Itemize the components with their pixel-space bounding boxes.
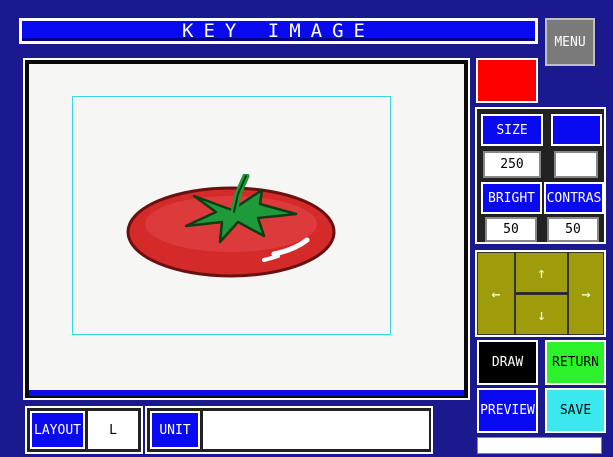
arrow-right-icon: → [581,284,591,303]
return-button[interactable]: RETURN [545,340,606,385]
unit-value-field[interactable] [203,411,429,449]
arrow-up-icon: ↑ [536,263,547,282]
arrow-down-icon: ↓ [536,305,547,324]
unit-group: UNIT [145,406,433,454]
layout-button[interactable]: LAYOUT [30,411,85,449]
size-extra-value-field[interactable] [554,151,598,178]
size-button[interactable]: SIZE [481,114,543,146]
arrow-down-button[interactable]: ↓ [515,294,568,335]
bright-value-field[interactable]: 50 [485,217,537,242]
layout-value-field[interactable]: L [88,411,138,449]
arrow-left-icon: ← [491,284,501,303]
arrow-pad: ← ↑ ↓ → [475,250,606,337]
arrow-up-button[interactable]: ↑ [515,252,568,293]
unit-button[interactable]: UNIT [150,411,200,449]
color-swatch[interactable] [476,58,538,103]
bright-button[interactable]: BRIGHT [481,182,542,214]
contrast-button[interactable]: CONTRAS [544,182,604,214]
image-canvas-frame [23,58,470,400]
page-title: KEY IMAGE [19,18,538,44]
canvas-scroll-strip [29,390,464,396]
tomato-icon [126,174,336,278]
arrow-left-button[interactable]: ← [477,252,515,335]
preview-button[interactable]: PREVIEW [477,388,538,433]
draw-button[interactable]: DRAW [477,340,538,385]
save-button[interactable]: SAVE [545,388,606,433]
image-canvas[interactable] [29,64,464,390]
menu-button[interactable]: MENU [545,18,595,66]
layout-group: LAYOUT L [25,406,143,454]
status-field [477,437,602,454]
size-extra-button[interactable] [551,114,602,146]
arrow-right-button[interactable]: → [568,252,604,335]
size-value-field[interactable]: 250 [483,151,541,178]
contrast-value-field[interactable]: 50 [547,217,599,242]
image-settings-panel: SIZE 250 BRIGHT CONTRAS 50 50 [475,107,606,244]
